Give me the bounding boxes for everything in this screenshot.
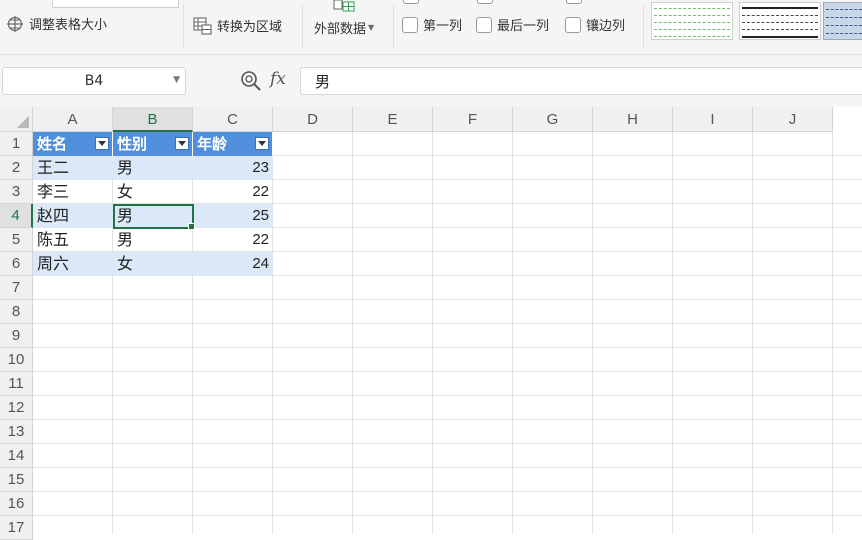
ribbon-separator [643,4,644,48]
ribbon-separator [393,4,394,48]
select-all-button[interactable] [0,107,33,132]
row-header-16[interactable]: 16 [0,492,33,516]
header-label: 年龄 [197,135,228,153]
convert-to-range-label: 转换为区域 [217,20,283,35]
name-box-value: B4 [84,73,104,89]
table-cell[interactable]: 23 [193,156,273,180]
column-header-h[interactable]: H [593,107,673,132]
table-cell[interactable]: 女 [113,252,193,276]
convert-to-range-button[interactable]: 转换为区域 [193,16,282,35]
last-column-checkbox[interactable]: 最后一列 [476,15,549,34]
resize-table-icon [7,15,23,32]
table-cell[interactable]: 22 [193,180,273,204]
column-header-a[interactable]: A [33,107,113,132]
row-header-5[interactable]: 5 [0,228,33,252]
external-data-label: 外部数据 [314,22,367,37]
external-data-button[interactable]: 外部数据 ▼ [314,18,374,37]
filter-dropdown-icon[interactable] [255,137,269,150]
column-header-g[interactable]: G [513,107,593,132]
table-cell[interactable]: 陈五 [33,228,113,252]
row-header-15[interactable]: 15 [0,468,33,492]
row-header-17[interactable]: 17 [0,516,33,540]
formula-value: 男 [315,72,331,91]
banded-columns-label: 镶边列 [586,19,626,34]
row-header-13[interactable]: 13 [0,420,33,444]
ribbon-top-control [52,0,179,8]
row-header-10[interactable]: 10 [0,348,33,372]
column-header-b[interactable]: B [113,107,193,132]
column-header-c[interactable]: C [193,107,273,132]
row-header-2[interactable]: 2 [0,156,33,180]
checkbox-icon[interactable] [476,16,492,33]
banded-columns-checkbox[interactable]: 镶边列 [565,15,625,34]
header-label: 性别 [117,135,148,153]
external-data-icon [333,0,355,12]
header-row-checkbox-partial[interactable] [403,0,419,4]
formula-bar: B4 ▼ fx 男 [0,55,862,107]
table-cell[interactable]: 22 [193,228,273,252]
column-header-j[interactable]: J [753,107,833,132]
header-label: 姓名 [37,135,68,153]
table-cell[interactable]: 25 [193,204,273,228]
table-style-black[interactable] [739,2,821,40]
last-column-label: 最后一列 [497,19,550,34]
row-header-8[interactable]: 8 [0,300,33,324]
table-cell[interactable]: 男 [113,228,193,252]
formula-input[interactable]: 男 [300,67,862,95]
resize-table-button[interactable]: 调整表格大小 [6,14,107,33]
table-cell[interactable]: 王二 [33,156,113,180]
filter-dropdown-icon[interactable] [95,137,109,150]
table-header-cell[interactable]: 年龄 [193,132,273,156]
column-header-i[interactable]: I [673,107,753,132]
cell-area[interactable]: 姓名 性别 年龄 王二 男 23 李三 女 22 赵四 男 25 陈五 男 22… [33,132,862,534]
filter-dropdown-icon[interactable] [175,137,189,150]
resize-table-label: 调整表格大小 [29,18,108,33]
zoom-search-icon[interactable] [240,70,262,92]
column-header-f[interactable]: F [433,107,513,132]
table-style-blue[interactable] [823,2,862,40]
caret-down-icon: ▼ [368,23,375,32]
total-row-checkbox-partial[interactable] [477,0,493,4]
convert-range-icon [193,16,212,35]
first-column-checkbox[interactable]: 第一列 [402,15,462,34]
table-cell-active[interactable]: 男 [113,204,193,228]
ribbon-separator [183,4,184,48]
table-style-green[interactable] [651,2,733,40]
table-cell[interactable]: 李三 [33,180,113,204]
row-header-14[interactable]: 14 [0,444,33,468]
table-cell[interactable]: 赵四 [33,204,113,228]
row-header-4[interactable]: 4 [0,204,33,228]
table-cell[interactable]: 24 [193,252,273,276]
chevron-down-icon[interactable]: ▼ [173,75,180,85]
table-header-cell[interactable]: 性别 [113,132,193,156]
table-cell[interactable]: 周六 [33,252,113,276]
first-column-label: 第一列 [423,19,463,34]
row-header-6[interactable]: 6 [0,252,33,276]
checkbox-icon[interactable] [565,16,581,33]
row-header-7[interactable]: 7 [0,276,33,300]
row-header-3[interactable]: 3 [0,180,33,204]
column-header-d[interactable]: D [273,107,353,132]
row-header-1[interactable]: 1 [0,132,33,156]
spreadsheet-grid: ABCDEFGHIJ 1 2 3 4 5 6 7 8 9 10 11 12 13 14 15 16 17 姓名 … [0,107,862,540]
banded-rows-checkbox-partial[interactable] [566,0,582,4]
column-header-e[interactable]: E [353,107,433,132]
name-box[interactable]: B4 ▼ [2,67,186,95]
table-cell[interactable]: 男 [113,156,193,180]
table-header-cell[interactable]: 姓名 [33,132,113,156]
table-cell[interactable]: 女 [113,180,193,204]
row-header-12[interactable]: 12 [0,396,33,420]
function-icon[interactable]: fx [270,69,286,89]
ribbon-separator [302,4,303,48]
ribbon-toolbar: 调整表格大小 转换为区域 外部数据 ▼ 第一列 最后一列 镶边列 [0,0,862,55]
row-header-9[interactable]: 9 [0,324,33,348]
row-header-11[interactable]: 11 [0,372,33,396]
checkbox-icon[interactable] [402,16,418,33]
